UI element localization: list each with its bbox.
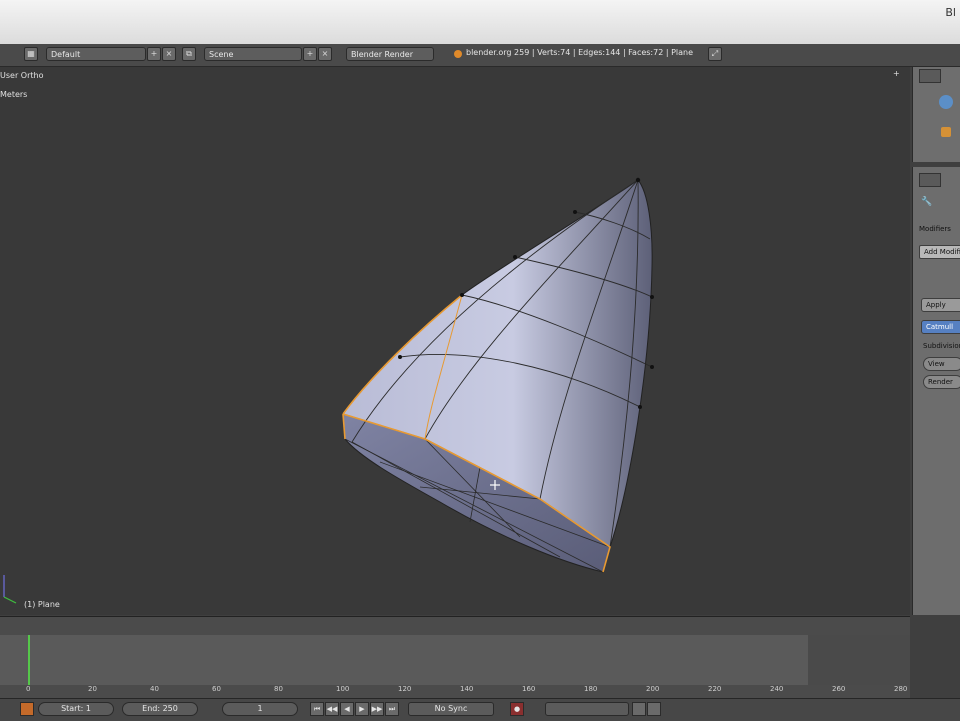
timeline-tick-label: 260 [832, 685, 846, 693]
scene-icon[interactable]: ⧉ [182, 47, 196, 61]
outliner-view-icon[interactable] [919, 69, 941, 83]
timeline-tick-label: 60 [212, 685, 221, 693]
end-frame-field[interactable]: End: 250 [122, 702, 198, 716]
properties-panel: 🔧 Modifiers Add Modifier Apply Catmull S… [912, 167, 960, 615]
play-reverse-icon[interactable]: ◀ [340, 702, 354, 716]
catmull-clark-button[interactable]: Catmull [921, 320, 960, 334]
prev-key-icon[interactable]: ◀◀ [325, 702, 339, 716]
add-layout-button[interactable]: + [147, 47, 161, 61]
info-header: ▦ Default + × ⧉ Scene + × Blender Render… [0, 44, 960, 67]
blender-logo-icon [454, 50, 462, 58]
timeline-tick-label: 240 [770, 685, 784, 693]
delete-key-icon[interactable] [647, 702, 661, 716]
remove-scene-button[interactable]: × [318, 47, 332, 61]
record-icon[interactable]: ● [510, 702, 524, 716]
current-frame-field[interactable]: 1 [222, 702, 298, 716]
timeline-tick-label: 0 [26, 685, 31, 693]
timeline-tick-label: 40 [150, 685, 159, 693]
3d-viewport[interactable]: User Ortho Meters (1) Plane + [0, 67, 910, 615]
outliner-panel [912, 67, 960, 162]
render-engine-select[interactable]: Blender Render [346, 47, 434, 61]
window-titlebar: Bl [0, 0, 960, 45]
timeline-tick-label: 100 [336, 685, 350, 693]
world-icon[interactable] [939, 95, 953, 109]
sync-mode-select[interactable]: No Sync [408, 702, 494, 716]
lamp-icon[interactable] [941, 127, 951, 137]
timeline-editor[interactable]: 0 20 40 60 80 100 120 140 160 180 200 220 240 260 280 [0, 616, 910, 699]
timeline-strip[interactable] [0, 635, 910, 685]
mesh-drawing [3, 177, 654, 604]
screen-layout-field[interactable]: Default [46, 47, 146, 61]
timeline-tick-label: 160 [522, 685, 536, 693]
jump-start-icon[interactable]: ⏮ [310, 702, 324, 716]
play-icon[interactable]: ▶ [355, 702, 369, 716]
timeline-tick-label: 120 [398, 685, 412, 693]
wrench-icon[interactable]: 🔧 [921, 197, 932, 207]
timeline-tick-label: 180 [584, 685, 598, 693]
out-of-range-shade [808, 635, 910, 685]
start-frame-field[interactable]: Start: 1 [38, 702, 114, 716]
screen-layout-icon[interactable]: ▦ [24, 47, 38, 61]
keying-set-field[interactable] [545, 702, 629, 716]
keying-icon[interactable] [20, 702, 34, 716]
apply-button[interactable]: Apply [921, 298, 960, 312]
timeline-tick-label: 80 [274, 685, 283, 693]
timeline-tick-label: 280 [894, 685, 908, 693]
modifiers-label: Modifiers [919, 225, 951, 233]
add-scene-button[interactable]: + [303, 47, 317, 61]
next-key-icon[interactable]: ▶▶ [370, 702, 384, 716]
timeline-tick-label: 20 [88, 685, 97, 693]
current-frame-line[interactable] [28, 635, 30, 685]
jump-end-icon[interactable]: ⏭ [385, 702, 399, 716]
remove-layout-button[interactable]: × [162, 47, 176, 61]
fullscreen-icon[interactable]: ⤢ [708, 47, 722, 61]
view-levels-field[interactable]: View [923, 357, 960, 371]
timeline-tick-label: 140 [460, 685, 474, 693]
timeline-tick-label: 200 [646, 685, 660, 693]
insert-key-icon[interactable] [632, 702, 646, 716]
axis-gizmo-icon [3, 575, 17, 604]
timeline-tick-label: 220 [708, 685, 722, 693]
subdivisions-label: Subdivisions: [923, 342, 960, 350]
scene-field[interactable]: Scene [204, 47, 302, 61]
playback-bar: Start: 1 End: 250 1 ⏮ ◀◀ ◀ ▶ ▶▶ ⏭ No Syn… [0, 698, 960, 721]
add-modifier-button[interactable]: Add Modifier [919, 245, 960, 259]
window-title: Bl [945, 6, 956, 19]
properties-view-icon[interactable] [919, 173, 941, 187]
render-levels-field[interactable]: Render [923, 375, 960, 389]
scene-stats: blender.org 259 | Verts:74 | Edges:144 |… [466, 48, 694, 57]
